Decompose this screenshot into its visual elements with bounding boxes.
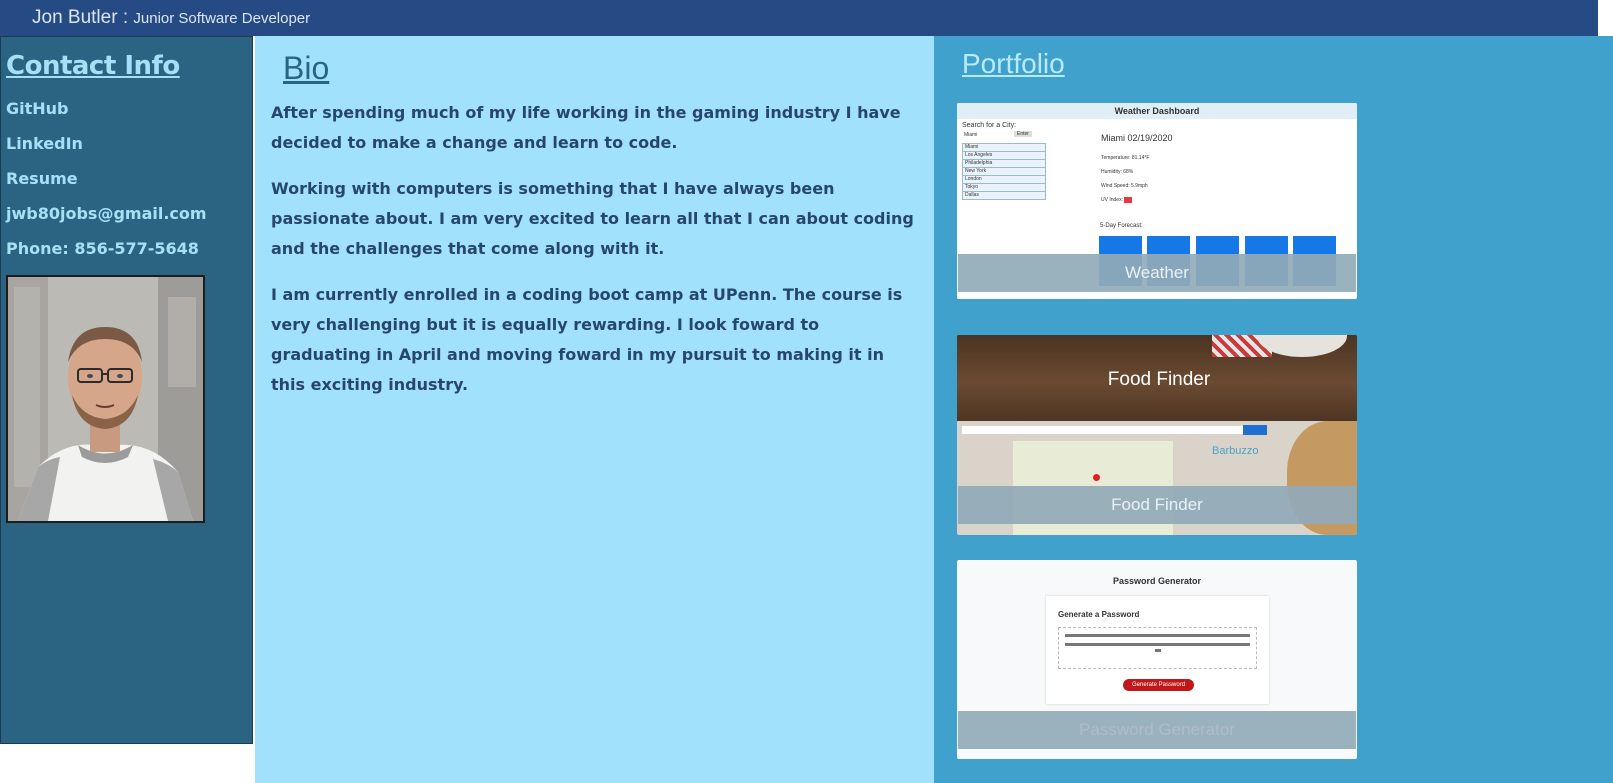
project-label-weather: Weather [958, 254, 1356, 292]
weather-city-item: New York [962, 168, 1046, 176]
weather-city-item: Dallas [962, 192, 1046, 200]
header-name: Jon Butler [32, 7, 118, 28]
weather-city-item: Philadelphia [962, 160, 1046, 168]
weather-city-item: Los Angeles [962, 152, 1046, 160]
weather-current: Miami 02/19/2020 [1101, 133, 1173, 143]
weather-search-value: Miami [964, 132, 978, 138]
weather-detail-1: Temperature: 81.14°F [1101, 155, 1150, 161]
header-role: Junior Software Developer [133, 10, 311, 27]
uv-index-badge [1124, 197, 1132, 203]
weather-search-button: Enter [1014, 131, 1032, 137]
food-banner-title: Food Finder [1107, 369, 1211, 390]
portfolio-section: Portfolio Weather Dashboard Search for a… [934, 36, 1613, 783]
header-separator: : [117, 7, 134, 28]
password-heading: Password Generator [1112, 576, 1202, 586]
email-link[interactable]: jwb80jobs@gmail.com [6, 204, 207, 223]
project-label-food-finder: Food Finder [958, 486, 1356, 524]
weather-detail-2: Humidity: 68% [1101, 169, 1134, 175]
weather-forecast-title: 5-Day Forecast: [1100, 223, 1143, 229]
weather-city-item: Tokyo [962, 184, 1046, 192]
map-pin-icon [1093, 474, 1100, 481]
weather-search-label: Search for a City: [962, 122, 1017, 129]
phone-link[interactable]: Phone: 856-577-5648 [6, 239, 199, 258]
food-restaurant-name: Barbuzzo [1212, 445, 1259, 457]
linkedin-link[interactable]: LinkedIn [6, 134, 83, 153]
password-output [1058, 627, 1257, 669]
weather-city-list: Miami Los Angeles Philadelphia New York Lond… [962, 143, 1046, 200]
bio-section: Bio After spending much of my life worki… [255, 36, 934, 783]
profile-photo [6, 275, 205, 523]
food-search-button [1243, 425, 1267, 435]
weather-city-item: London [962, 176, 1046, 184]
weather-city-item: Miami [962, 143, 1046, 152]
resume-link[interactable]: Resume [6, 169, 78, 188]
food-search-bar [962, 426, 1262, 434]
header-title: Jon Butler : Junior Software Developer [32, 7, 310, 29]
project-card-password-generator[interactable]: Password Generator Generate a Password G… [957, 560, 1357, 759]
weather-detail-4: UV Index: [1101, 197, 1123, 203]
contact-sidebar: Contact Info GitHub LinkedIn Resume jwb8… [0, 36, 253, 744]
bio-paragraph-3: I am currently enrolled in a coding boot… [271, 285, 903, 394]
bio-title: Bio [283, 50, 330, 86]
portfolio-title: Portfolio [962, 48, 1065, 79]
weather-detail-3: Wind Speed: 5.9mph [1101, 183, 1148, 189]
project-label-password-generator: Password Generator [958, 711, 1356, 749]
contact-title: Contact Info [6, 51, 180, 81]
bio-paragraph-1: After spending much of my life working i… [271, 103, 901, 152]
project-card-food-finder[interactable]: Food Finder Barbuzzo Food Finder [957, 335, 1357, 535]
password-card-title: Generate a Password [1058, 610, 1140, 619]
top-bar: Jon Butler : Junior Software Developer [0, 0, 1598, 36]
project-card-weather[interactable]: Weather Dashboard Search for a City: Mia… [957, 103, 1357, 299]
bio-paragraph-2: Working with computers is something that… [271, 179, 914, 258]
github-link[interactable]: GitHub [6, 99, 69, 118]
generate-password-button: Generate Password [1123, 679, 1195, 691]
weather-heading: Weather Dashboard [1114, 106, 1200, 116]
